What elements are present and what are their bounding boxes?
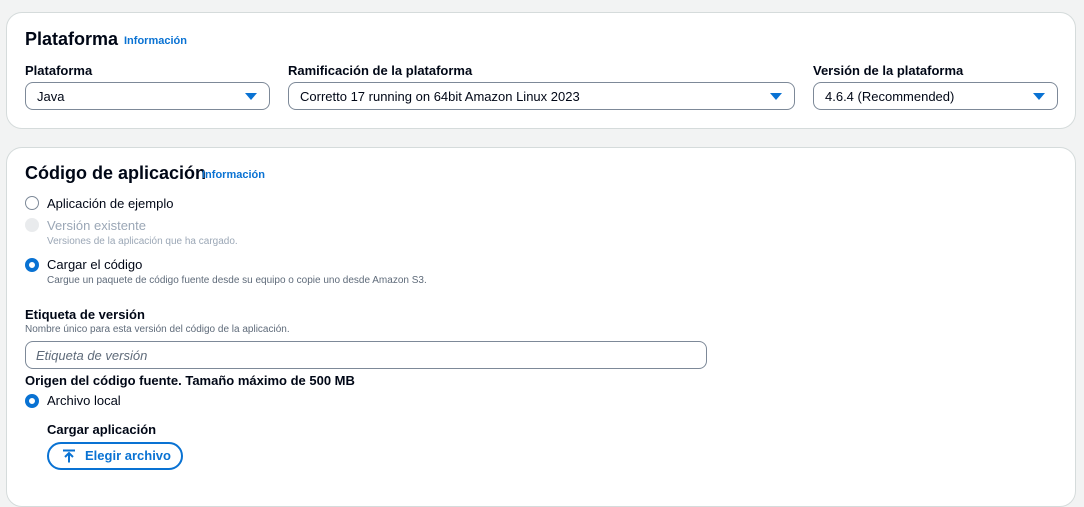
upload-arrow-icon [63, 449, 75, 463]
version-label-description: Nombre único para esta versión del códig… [25, 324, 290, 335]
version-label-input[interactable] [25, 341, 707, 369]
application-code-panel: Código de aplicación Información Aplicac… [6, 147, 1076, 507]
platform-branch-select-value: Corretto 17 running on 64bit Amazon Linu… [300, 89, 580, 104]
version-label-title: Etiqueta de versión [25, 307, 145, 322]
platform-section-title: Plataforma [25, 29, 119, 49]
caret-down-icon [245, 93, 257, 100]
local-file-radio[interactable] [25, 394, 39, 408]
upload-code-radio[interactable] [25, 258, 39, 272]
platform-panel: Plataforma Información Plataforma Java R… [6, 12, 1076, 129]
platform-select-value: Java [37, 89, 65, 104]
caret-down-icon [1033, 93, 1045, 100]
platform-version-select[interactable]: 4.6.4 (Recommended) [813, 82, 1058, 110]
sample-application-radio[interactable] [25, 196, 39, 210]
upload-application-label: Cargar aplicación [47, 422, 157, 437]
application-code-info-link[interactable]: Información [202, 169, 265, 181]
platform-version-label: Versión de la plataforma [813, 63, 964, 78]
platform-branch-label: Ramificación de la plataforma [288, 63, 473, 78]
existing-version-radio [25, 218, 39, 232]
local-file-label[interactable]: Archivo local [47, 393, 121, 408]
upload-code-description: Cargue un paquete de código fuente desde… [47, 275, 427, 286]
source-origin-label: Origen del código fuente. Tamaño máximo … [25, 373, 355, 388]
existing-version-label: Versión existente [47, 218, 147, 233]
existing-version-description: Versiones de la aplicación que ha cargad… [47, 236, 238, 247]
choose-file-button-label: Elegir archivo [85, 448, 171, 463]
platform-branch-select[interactable]: Corretto 17 running on 64bit Amazon Linu… [288, 82, 795, 110]
platform-label: Plataforma [25, 63, 93, 78]
choose-file-button[interactable]: Elegir archivo [47, 442, 183, 470]
upload-code-label[interactable]: Cargar el código [47, 257, 142, 272]
platform-version-select-value: 4.6.4 (Recommended) [825, 89, 955, 104]
platform-select[interactable]: Java [25, 82, 270, 110]
caret-down-icon [770, 93, 782, 100]
application-code-title: Código de aplicación [25, 163, 207, 183]
sample-application-label[interactable]: Aplicación de ejemplo [47, 196, 173, 211]
platform-info-link[interactable]: Información [124, 35, 187, 47]
